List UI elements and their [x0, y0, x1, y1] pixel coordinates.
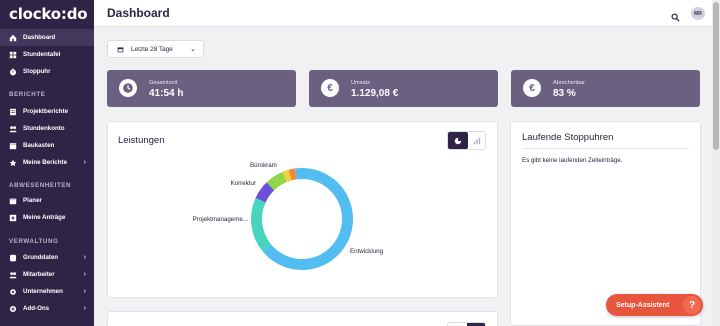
donut-slice-label: Bürokram	[250, 162, 277, 169]
chart-type-toggle-2	[447, 322, 486, 326]
second-chart-card	[107, 311, 498, 326]
help-icon: ?	[683, 296, 701, 314]
donut-slice-label: Projektmanageme...	[193, 216, 249, 223]
stopwatches-title: Laufende Stoppuhren	[522, 132, 614, 143]
donut-slice-label: Korrektur	[231, 180, 256, 187]
stopwatches-empty-text: Es gibt keine laufenden Zeiteinträge.	[522, 157, 623, 164]
divider	[522, 148, 689, 149]
donut-slice[interactable]	[251, 197, 272, 253]
setup-assistant-label: Setup-Assistent	[616, 301, 670, 309]
donut-slice-label: Entwicklung	[350, 248, 384, 255]
setup-assistant-button[interactable]: Setup-Assistent ?	[606, 294, 703, 316]
